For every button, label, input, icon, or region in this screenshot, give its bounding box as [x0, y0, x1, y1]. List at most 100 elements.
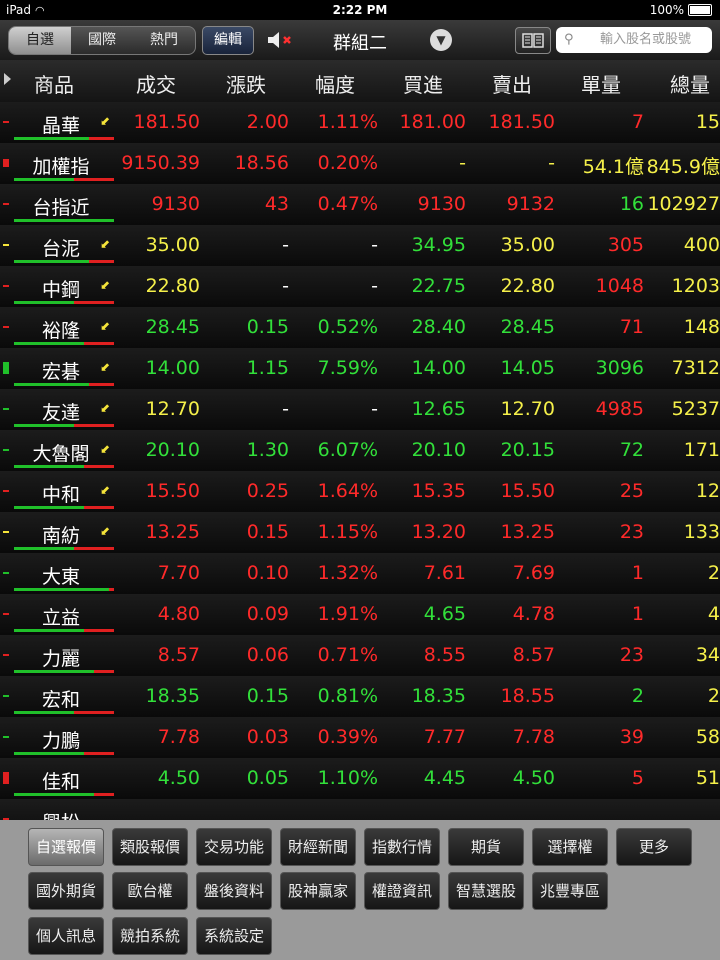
table-row[interactable]: 宏碁 ⬋ 14.00 1.15 7.59% 14.00 14.05 3096 7312 [0, 348, 720, 390]
stock-name-cell[interactable]: 宏碁 [14, 351, 114, 386]
cell-ask: 14.05 [500, 357, 555, 379]
col-header-volume[interactable]: 單量 [581, 69, 621, 98]
segment-watchlist[interactable]: 自選 [9, 27, 71, 54]
search-icon: ⚲ [564, 32, 574, 47]
table-row[interactable]: 興松 [0, 799, 720, 820]
edit-button[interactable]: 編輯 [202, 26, 254, 55]
menu-sector-quotes[interactable]: 類股報價 [112, 828, 188, 866]
cell-price: 22.80 [145, 275, 200, 297]
stock-name-cell[interactable]: 台指近 [14, 187, 114, 222]
cell-price: 13.25 [145, 521, 200, 543]
menu-auction[interactable]: 競拍系統 [112, 917, 188, 955]
cell-price: 4.50 [157, 767, 200, 789]
menu-foreign-futures[interactable]: 國外期貨 [28, 872, 104, 910]
cell-bid: 4.65 [423, 603, 466, 625]
table-row[interactable]: 中和 ⬋ 15.50 0.25 1.64% 15.35 15.50 25 12 [0, 471, 720, 513]
stock-name-cell[interactable]: 裕隆 [14, 310, 114, 345]
stock-name-cell[interactable]: 立益 [14, 597, 114, 632]
stock-name-cell[interactable]: 加權指 [14, 146, 114, 181]
table-row[interactable]: 南紡 ⬋ 13.25 0.15 1.15% 13.20 13.25 23 133 [0, 512, 720, 554]
stock-name-cell[interactable]: 友達 [14, 392, 114, 427]
stock-name-cell[interactable]: 宏和 [14, 679, 114, 714]
table-row[interactable]: 晶華 ⬋ 181.50 2.00 1.11% 181.00 181.50 7 15 [0, 102, 720, 144]
cell-bid: 181.00 [399, 111, 466, 133]
stock-name: 力鵬 [41, 730, 80, 752]
cell-price: 35.00 [145, 234, 200, 256]
menu-warrant-info[interactable]: 權證資訊 [364, 872, 440, 910]
segment-international[interactable]: 國際 [71, 27, 133, 54]
cell-bid: 9130 [417, 193, 466, 215]
col-header-price[interactable]: 成交 [136, 69, 176, 98]
stock-name-cell[interactable]: 佳和 [14, 761, 114, 796]
stock-name-cell[interactable]: 興松 [14, 802, 112, 820]
stock-name-cell[interactable]: 中鋼 [14, 269, 114, 304]
menu-smart-picker[interactable]: 智慧選股 [448, 872, 524, 910]
cell-total: 845.9億 [646, 156, 720, 178]
menu-stock-god[interactable]: 股神贏家 [280, 872, 356, 910]
alert-flag-icon: ⬋ [100, 360, 111, 374]
stock-name-cell[interactable]: 力麗 [14, 638, 114, 673]
table-row[interactable]: 大東 7.70 0.10 1.32% 7.61 7.69 1 2 [0, 553, 720, 595]
table-row[interactable]: 佳和 4.50 0.05 1.10% 4.45 4.50 5 51 [0, 758, 720, 800]
stock-name-cell[interactable]: 大魯閣 [14, 433, 114, 468]
cell-change: 0.15 [246, 685, 289, 707]
menu-trading[interactable]: 交易功能 [196, 828, 272, 866]
table-row[interactable]: 裕隆 ⬋ 28.45 0.15 0.52% 28.40 28.45 71 148 [0, 307, 720, 349]
stock-name-cell[interactable]: 晶華 [14, 105, 114, 140]
col-header-total[interactable]: 總量 [670, 69, 710, 98]
menu-index-quotes[interactable]: 指數行情 [364, 828, 440, 866]
table-row[interactable]: 友達 ⬋ 12.70 - - 12.65 12.70 4985 5237 [0, 389, 720, 431]
mini-candle-icon [3, 695, 9, 697]
chevron-down-icon[interactable]: ▼ [430, 29, 452, 51]
book-icon[interactable] [515, 27, 551, 54]
stock-name-cell[interactable]: 中和 [14, 474, 114, 509]
table-row[interactable]: 立益 4.80 0.09 1.91% 4.65 4.78 1 4 [0, 594, 720, 636]
table-row[interactable]: 中鋼 ⬋ 22.80 - - 22.75 22.80 1048 1203 [0, 266, 720, 308]
table-row[interactable]: 台泥 ⬋ 35.00 - - 34.95 35.00 305 400 [0, 225, 720, 267]
stock-name-cell[interactable]: 台泥 [14, 228, 114, 263]
menu-futures[interactable]: 期貨 [448, 828, 524, 866]
menu-options[interactable]: 選擇權 [532, 828, 608, 866]
table-row[interactable]: 大魯閣 ⬋ 20.10 1.30 6.07% 20.10 20.15 72 171 [0, 430, 720, 472]
col-header-name[interactable]: 商品 [34, 69, 74, 98]
bid-ratio [14, 219, 114, 222]
top-toolbar: 自選 國際 熱門 編輯 群組二 ▼ ⚲ 輸入股名或股號 [0, 20, 720, 60]
ask-ratio [89, 260, 114, 263]
col-header-percent[interactable]: 幅度 [315, 69, 355, 98]
menu-finance-news[interactable]: 財經新聞 [280, 828, 356, 866]
menu-settings[interactable]: 系統設定 [196, 917, 272, 955]
segment-popular[interactable]: 熱門 [133, 27, 195, 54]
mini-candle-icon [3, 531, 9, 533]
group-title[interactable]: 群組二 [320, 29, 400, 55]
col-header-change[interactable]: 漲跌 [226, 69, 266, 98]
cell-percent: - [371, 275, 378, 297]
expand-icon[interactable] [4, 73, 11, 85]
cell-change: 0.09 [246, 603, 289, 625]
table-row[interactable]: 台指近 9130 43 0.47% 9130 9132 16 102927 [0, 184, 720, 226]
cell-volume: 16 [619, 193, 644, 215]
col-header-ask[interactable]: 賣出 [492, 69, 532, 98]
stock-name: 大東 [41, 566, 80, 588]
ask-ratio [74, 711, 114, 714]
search-input[interactable]: ⚲ 輸入股名或股號 [556, 27, 712, 53]
menu-megabank-zone[interactable]: 兆豐專區 [532, 872, 608, 910]
table-row[interactable]: 宏和 18.35 0.15 0.81% 18.35 18.55 2 2 [0, 676, 720, 718]
alert-flag-icon: ⬋ [100, 114, 111, 128]
menu-euro-warrants[interactable]: 歐台權 [112, 872, 188, 910]
col-header-bid[interactable]: 買進 [403, 69, 443, 98]
table-row[interactable]: 加權指 9150.39 18.56 0.20% - - 54.1億 845.9億 [0, 143, 720, 185]
stock-name-cell[interactable]: 大東 [14, 556, 114, 591]
bid-ratio [14, 342, 84, 345]
menu-more[interactable]: 更多 [616, 828, 692, 866]
table-row[interactable]: 力麗 8.57 0.06 0.71% 8.55 8.57 23 34 [0, 635, 720, 677]
menu-watchlist-quotes[interactable]: 自選報價 [28, 828, 104, 866]
menu-after-hours[interactable]: 盤後資料 [196, 872, 272, 910]
table-row[interactable]: 力鵬 7.78 0.03 0.39% 7.77 7.78 39 58 [0, 717, 720, 759]
stock-name: 大魯閣 [32, 443, 90, 465]
cell-price: 14.00 [145, 357, 200, 379]
bid-ratio [14, 178, 74, 181]
mute-icon[interactable] [266, 29, 296, 51]
stock-name-cell[interactable]: 力鵬 [14, 720, 114, 755]
stock-name-cell[interactable]: 南紡 [14, 515, 114, 550]
menu-messages[interactable]: 個人訊息 [28, 917, 104, 955]
